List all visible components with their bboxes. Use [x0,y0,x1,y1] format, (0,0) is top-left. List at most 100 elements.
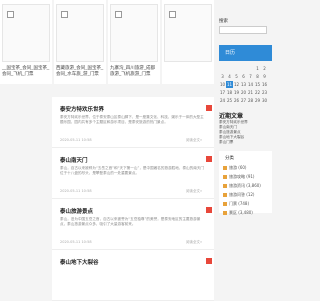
read-more-link[interactable]: 阅读全文» [186,138,202,143]
recent-post-link[interactable]: 泰山门票 [219,140,272,145]
category-list: 旅游 (60) 旅游攻略 (91) 旅游资讯 (3,860) 旅游问答 (12)… [223,163,261,217]
calendar-day[interactable]: 3 [219,73,226,80]
thumbnail-card[interactable]: 九寨沟_四川旅游_成都旅游_飞机旅游_门票 [108,0,160,84]
calendar-day[interactable]: 24 [219,97,226,104]
calendar-day[interactable]: 14 [247,81,254,88]
calendar-day[interactable]: 25 [226,97,233,104]
thumbnail-card[interactable]: 西藏旅游_会同_国宝茶_会同_水车旅_游_门票 [54,0,106,84]
category-item[interactable]: 门票 (748) [223,199,261,208]
post-title[interactable]: 泰安方特欢乐世界 [60,105,104,113]
calendar-day[interactable]: 22 [254,89,261,96]
category-label[interactable]: 旅游资讯 (3,860) [229,181,261,190]
thumbnail-caption[interactable]: __国宝茶_会同_国宝茶_会同_飞机_门票 [2,66,51,78]
sidebar: 搜索 日历 1 2 3 4 5 6 7 8 9 10 11 12 13 14 15 16 17 18 19 20 21 2… [219,18,272,215]
broken-image-icon [61,11,68,18]
calendar-day[interactable]: 2 [261,65,268,72]
post-title[interactable]: 泰山南天门 [60,156,88,164]
category-item[interactable]: 景区 (3,480) [223,208,261,217]
calendar-day[interactable]: 12 [233,81,240,88]
post-tag-icon [206,105,212,111]
category-item[interactable]: 旅游 (60) [223,163,261,172]
calendar-day[interactable]: 13 [240,81,247,88]
calendar-day[interactable]: 6 [240,73,247,80]
search-input[interactable] [219,26,267,34]
post-summary: 泰山，自古以来被称为“五岳之首”和“天下第一山”，是中国著名的旅游胜地，泰山的南… [60,166,205,176]
category-item[interactable]: 旅游问答 (12) [223,190,261,199]
thumbnail-image[interactable] [2,4,50,62]
calendar-day[interactable]: 29 [254,97,261,104]
folder-icon [223,192,227,197]
folder-icon [223,174,227,179]
calendar-blank [247,65,254,72]
folder-icon [223,165,227,170]
calendar-day[interactable]: 19 [233,89,240,96]
broken-image-icon [7,11,14,18]
thumbnail-card[interactable]: __国宝茶_会同_国宝茶_会同_飞机_门票 [0,0,52,84]
broken-image-icon [169,11,176,18]
folder-icon [223,201,227,206]
category-label[interactable]: 旅游 (60) [229,163,246,172]
calendar-day[interactable]: 21 [247,89,254,96]
calendar-day[interactable]: 23 [261,89,268,96]
thumbnail-image[interactable] [110,4,158,62]
category-title: 分类 [225,156,234,161]
thumbnail-image[interactable] [56,4,104,62]
calendar-day[interactable]: 18 [226,89,233,96]
post-date: 2020-05-11 10:58 [60,138,92,142]
search-label: 搜索 [219,19,228,24]
category-item[interactable]: 旅游资讯 (3,860) [223,181,261,190]
calendar-grid: 1 2 3 4 5 6 7 8 9 10 11 12 13 14 15 16 17 18 19 20 21 22 23 24 2… [219,65,272,104]
post-item: 泰山南天门 泰山，自古以来被称为“五岳之首”和“天下第一山”，是中国著名的旅游胜… [52,148,214,199]
category-label[interactable]: 门票 (748) [229,199,249,208]
read-more-link[interactable]: 阅读全文» [186,189,202,194]
calendar-day[interactable]: 4 [226,73,233,80]
post-item: 泰山旅游景点 泰山，旧为中国五岳之首，自古以来被誉为“五岳独尊”的美誉，是泰安地… [52,199,214,250]
calendar-day[interactable]: 16 [261,81,268,88]
calendar-day[interactable]: 30 [261,97,268,104]
calendar-day[interactable]: 26 [233,97,240,104]
recent-posts-title: 近期文章 [219,113,244,120]
post-tag-icon [206,156,212,162]
calendar-day[interactable]: 17 [219,89,226,96]
category-label[interactable]: 旅游攻略 (91) [229,172,254,181]
calendar-day[interactable]: 15 [254,81,261,88]
calendar-day[interactable]: 7 [247,73,254,80]
folder-icon [223,183,227,188]
post-tag-icon [206,207,212,213]
post-summary: 泰安方特欢乐世界，位于泰安泰山区泰山脚下，是一座集文化、科技、娱乐于一体的大型主… [60,115,204,125]
post-date: 2020-05-11 10:58 [60,240,92,244]
post-title[interactable]: 泰山旅游景点 [60,207,93,215]
calendar-header: 日历 [219,45,272,61]
post-date: 2020-05-11 10:58 [60,189,92,193]
thumbnail-strip: __国宝茶_会同_国宝茶_会同_飞机_门票 西藏旅游_会同_国宝茶_会同_水车旅… [0,0,216,84]
broken-image-icon [115,11,122,18]
thumbnail-image[interactable] [164,4,212,62]
category-label[interactable]: 旅游问答 (12) [229,190,254,199]
calendar-blank [240,65,247,72]
thumbnail-card[interactable] [162,0,214,84]
category-box: 分类 旅游 (60) 旅游攻略 (91) 旅游资讯 (3,860) 旅游问答 (… [219,151,272,215]
calendar-day[interactable]: 20 [240,89,247,96]
category-label[interactable]: 景区 (3,480) [229,208,253,217]
calendar-blank [219,65,226,72]
calendar-day[interactable]: 5 [233,73,240,80]
calendar-day[interactable]: 27 [240,97,247,104]
calendar-day[interactable]: 11 [226,81,233,88]
post-item: 泰山地下大裂谷 [52,250,214,301]
calendar-blank [226,65,233,72]
calendar-day[interactable]: 9 [261,73,268,80]
calendar-blank [233,65,240,72]
calendar-day[interactable]: 1 [254,65,261,72]
post-item: 泰安方特欢乐世界 泰安方特欢乐世界，位于泰安泰山区泰山脚下，是一座集文化、科技、… [52,97,214,148]
thumbnail-caption[interactable]: 西藏旅游_会同_国宝茶_会同_水车旅_游_门票 [56,66,105,78]
calendar-day[interactable]: 8 [254,73,261,80]
folder-icon [223,210,227,215]
post-tag-icon [206,258,212,264]
read-more-link[interactable]: 阅读全文» [186,240,202,245]
post-list: 泰安方特欢乐世界 泰安方特欢乐世界，位于泰安泰山区泰山脚下，是一座集文化、科技、… [52,97,214,301]
category-item[interactable]: 旅游攻略 (91) [223,172,261,181]
thumbnail-caption[interactable]: 九寨沟_四川旅游_成都旅游_飞机旅游_门票 [110,66,159,78]
post-summary: 泰山，旧为中国五岳之首，自古以来被誉为“五岳独尊”的美誉，是泰安地区的主要旅游景… [60,217,201,227]
calendar-day[interactable]: 28 [247,97,254,104]
calendar-day[interactable]: 10 [219,81,226,88]
